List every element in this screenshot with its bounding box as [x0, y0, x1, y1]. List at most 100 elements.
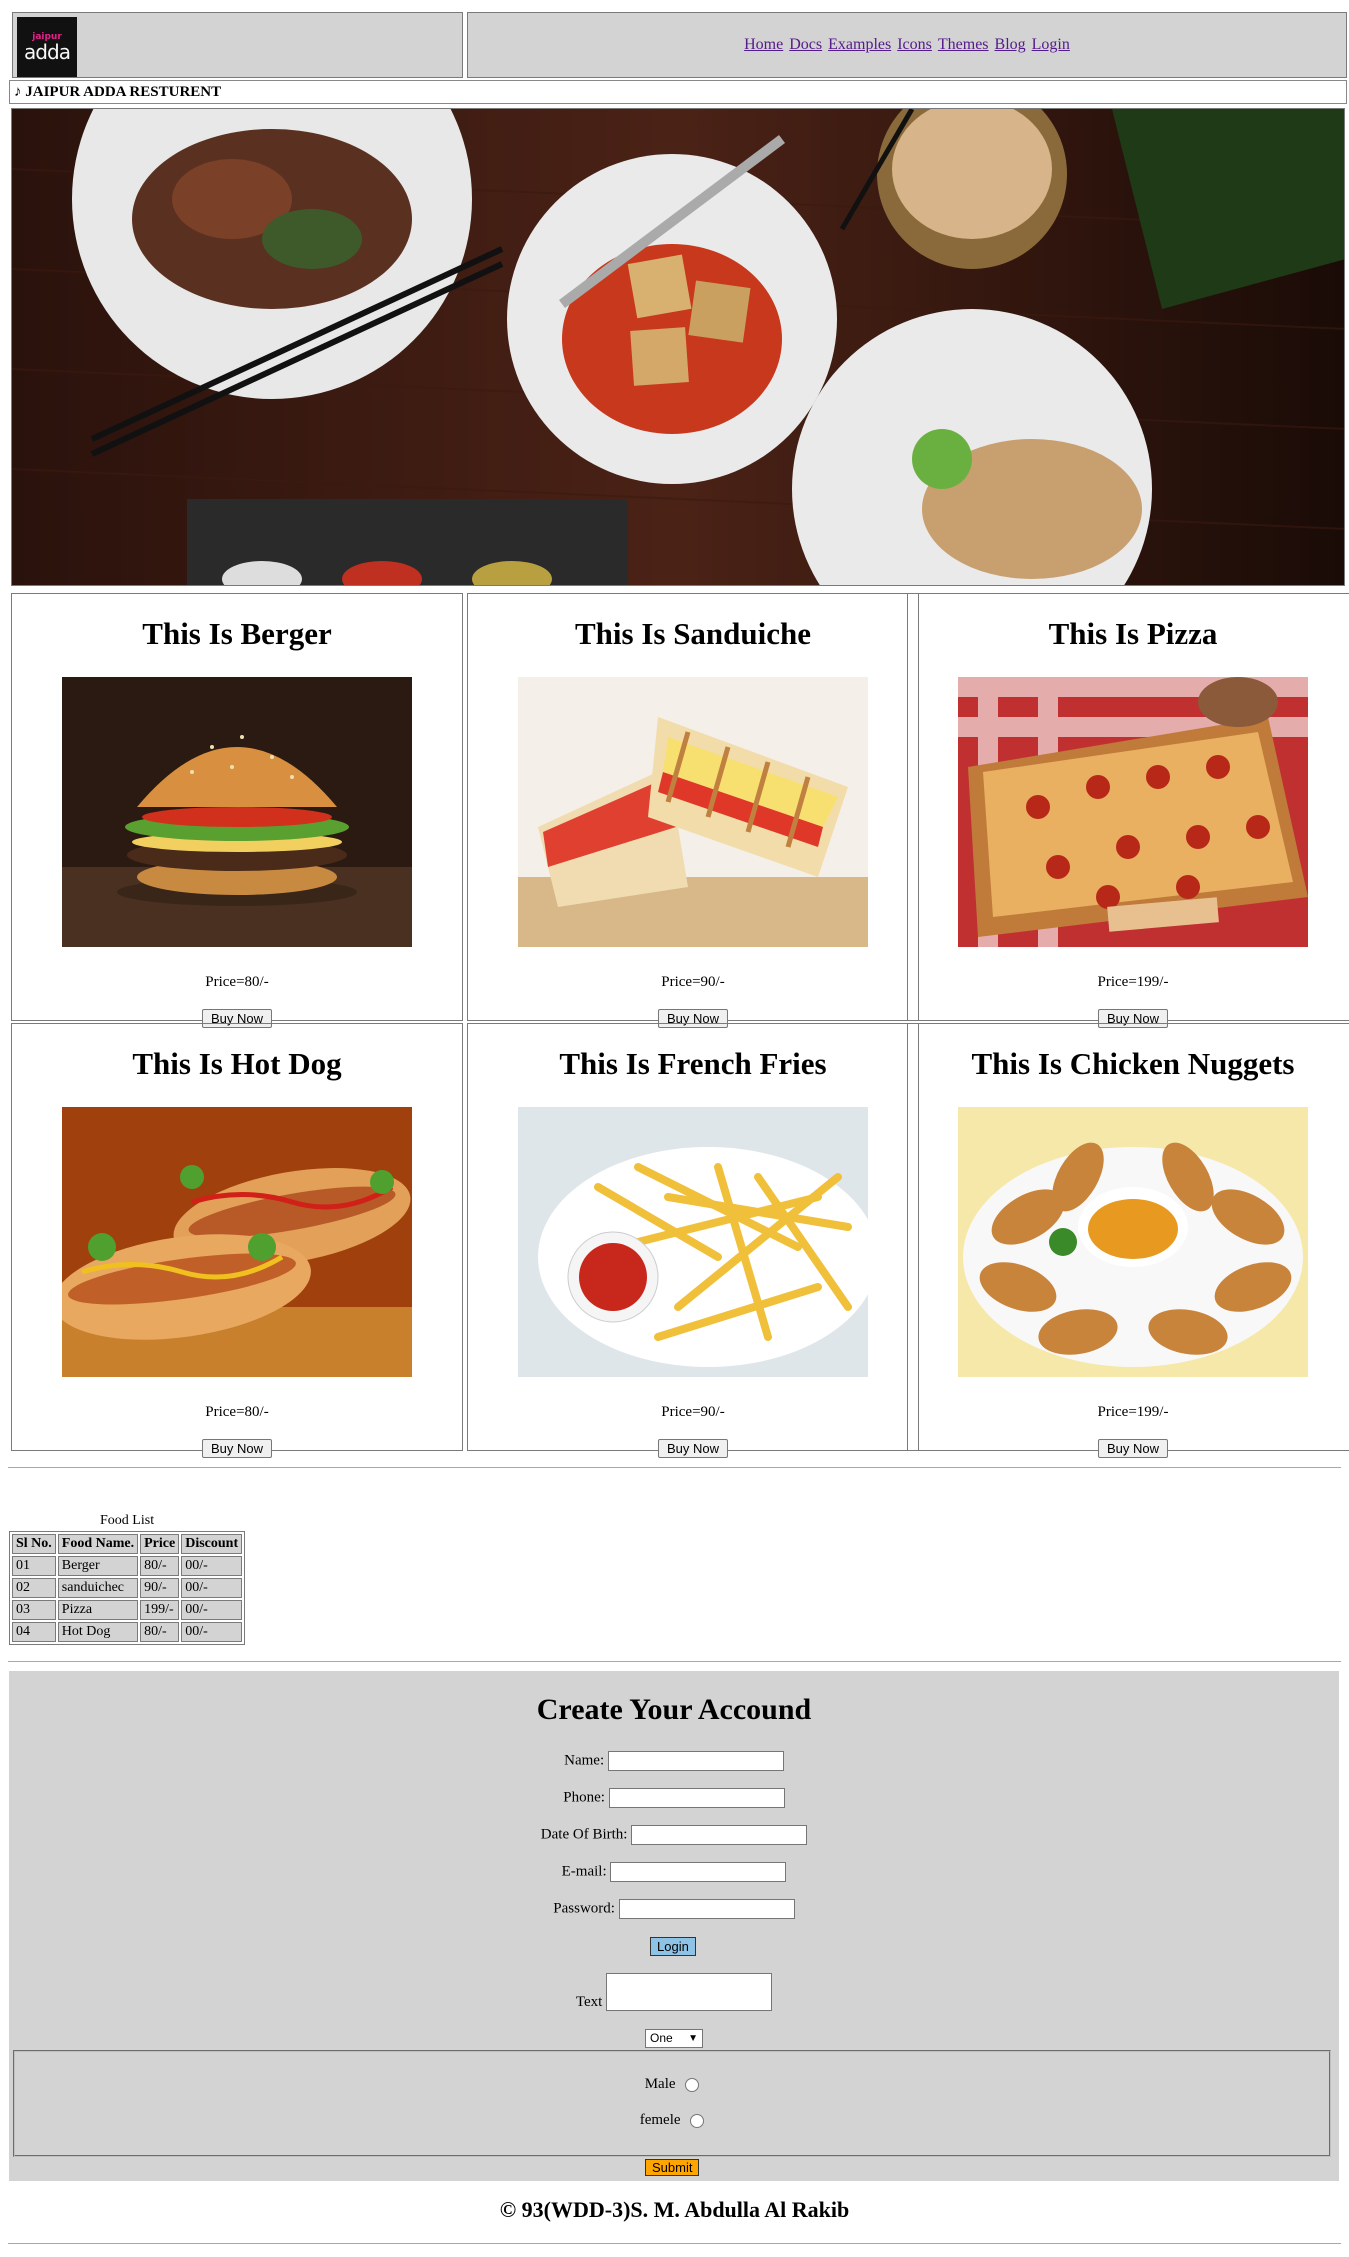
product-card-pizza: This Is Pizza Price=199/- Buy Now	[907, 593, 1349, 1028]
cell: 04	[12, 1622, 56, 1642]
col-discount: Discount	[181, 1534, 243, 1554]
nav-icons[interactable]: Icons	[897, 36, 932, 53]
text-area[interactable]	[606, 1973, 773, 2011]
sanduiche-image	[518, 677, 868, 947]
nav-home[interactable]: Home	[744, 36, 783, 53]
nav-docs[interactable]: Docs	[789, 36, 822, 53]
name-label: Name:	[564, 1752, 605, 1769]
product-title: This Is Hot Dog	[132, 1046, 342, 1081]
product-price: Price=199/-	[1097, 1404, 1169, 1420]
female-row: femele	[15, 2112, 1329, 2129]
chevron-down-icon: ▼	[688, 2033, 698, 2044]
chicken-nuggets-image	[958, 1107, 1308, 1377]
col-price: Price	[140, 1534, 180, 1554]
male-row: Male	[15, 2076, 1329, 2093]
create-account-form: Create Your Accound Name: Phone: Date Of…	[9, 1671, 1339, 2181]
dob-input[interactable]	[631, 1825, 808, 1845]
product-price: Price=90/-	[661, 974, 725, 990]
password-label: Password:	[553, 1900, 615, 1917]
french-fries-illustration	[518, 1107, 868, 1377]
pizza-illustration	[958, 677, 1308, 947]
female-radio[interactable]	[690, 2113, 705, 2128]
nav-blog[interactable]: Blog	[995, 36, 1026, 53]
phone-row: Phone:	[9, 1788, 1339, 1808]
male-radio[interactable]	[685, 2077, 700, 2092]
buy-now-button[interactable]: Buy Now	[201, 1439, 273, 1458]
logo-cell: jaipur adda	[12, 12, 463, 78]
dob-label: Date Of Birth:	[540, 1826, 628, 1843]
cell: 03	[12, 1600, 56, 1620]
product-price: Price=80/-	[205, 974, 269, 990]
brand-name: JAIPUR ADDA RESTURENT	[25, 84, 222, 100]
hot-dog-illustration	[62, 1107, 412, 1377]
password-row: Password:	[9, 1899, 1339, 1919]
cell: 80/-	[140, 1556, 180, 1576]
option-select[interactable]: One ▼	[645, 2029, 703, 2048]
product-title: This Is Berger	[142, 616, 332, 651]
hero-food-illustration	[12, 109, 1344, 585]
nav-login[interactable]: Login	[1032, 36, 1070, 53]
product-title: This Is Pizza	[1048, 616, 1218, 651]
chicken-nuggets-illustration	[958, 1107, 1308, 1377]
product-price: Price=80/-	[205, 1404, 269, 1420]
password-input[interactable]	[618, 1899, 795, 1919]
cell: Berger	[57, 1556, 139, 1576]
dob-row: Date Of Birth:	[9, 1825, 1339, 1845]
product-card-berger: This Is Berger Price=80/- Buy Now	[11, 593, 463, 1028]
hot-dog-image	[62, 1107, 412, 1377]
table-caption: Food List	[100, 1513, 155, 1528]
sandwich-illustration	[518, 677, 868, 947]
table-header-row: Sl No. Food Name. Price Discount	[12, 1534, 243, 1554]
product-title: This Is Sanduiche	[574, 616, 812, 651]
buy-now-button[interactable]: Buy Now	[1097, 1439, 1169, 1458]
cell: 80/-	[140, 1622, 180, 1642]
cell: 00/-	[181, 1600, 243, 1620]
col-food-name: Food Name.	[57, 1534, 139, 1554]
burger-illustration	[62, 677, 412, 947]
header: jaipur adda Home Docs Examples Icons The…	[9, 9, 1347, 80]
berger-image	[62, 677, 412, 947]
nav-examples[interactable]: Examples	[828, 36, 891, 53]
brand-bar: ♪ JAIPUR ADDA RESTURENT	[9, 80, 1347, 104]
login-button[interactable]: Login	[650, 1937, 696, 1956]
food-list-table: Food List Sl No. Food Name. Price Discou…	[9, 1513, 246, 1645]
cell: Hot Dog	[57, 1622, 139, 1642]
cell: 90/-	[140, 1578, 180, 1598]
nav-themes[interactable]: Themes	[938, 36, 989, 53]
divider	[8, 1467, 1341, 1468]
text-row: Text	[9, 1973, 1339, 2011]
table-row: 02 sanduichec 90/- 00/-	[12, 1578, 243, 1598]
cell: 00/-	[181, 1556, 243, 1576]
submit-button[interactable]: Submit	[645, 2159, 700, 2176]
product-card-chicken-nuggets: This Is Chicken Nuggets Price=199/- Buy …	[907, 1023, 1349, 1458]
divider	[8, 1661, 1341, 1662]
male-label: Male	[644, 2076, 676, 2092]
table-row: 01 Berger 80/- 00/-	[12, 1556, 243, 1576]
cell: Pizza	[57, 1600, 139, 1620]
site-logo: jaipur adda	[17, 17, 77, 77]
logo-text-main: adda	[24, 40, 71, 64]
email-input[interactable]	[610, 1862, 787, 1882]
nav-bar: Home Docs Examples Icons Themes Blog Log…	[467, 12, 1347, 78]
name-row: Name:	[9, 1751, 1339, 1771]
product-title: This Is Chicken Nuggets	[971, 1046, 1295, 1081]
female-label: femele	[639, 2112, 681, 2128]
french-fries-image	[518, 1107, 868, 1377]
product-price: Price=90/-	[661, 1404, 725, 1420]
col-sl-no: Sl No.	[12, 1534, 56, 1554]
product-card-sanduiche: This Is Sanduiche Price=90/- Buy Now	[467, 593, 919, 1028]
product-card-french-fries: This Is French Fries Price=90/- Buy Now	[467, 1023, 919, 1458]
email-row: E-mail:	[9, 1862, 1339, 1882]
footer-copyright: © 93(WDD-3)S. M. Abdulla Al Rakib	[499, 2197, 850, 2222]
email-label: E-mail:	[561, 1863, 607, 1880]
cell: 00/-	[181, 1578, 243, 1598]
select-value: One	[650, 2031, 673, 2045]
cell: sanduichec	[57, 1578, 139, 1598]
phone-label: Phone:	[563, 1789, 605, 1806]
table-row: 04 Hot Dog 80/- 00/-	[12, 1622, 243, 1642]
form-title: Create Your Accound	[536, 1693, 812, 1726]
phone-input[interactable]	[608, 1788, 785, 1808]
buy-now-button[interactable]: Buy Now	[657, 1439, 729, 1458]
name-input[interactable]	[607, 1751, 784, 1771]
product-card-hot-dog: This Is Hot Dog Price=80/- Buy Now	[11, 1023, 463, 1458]
